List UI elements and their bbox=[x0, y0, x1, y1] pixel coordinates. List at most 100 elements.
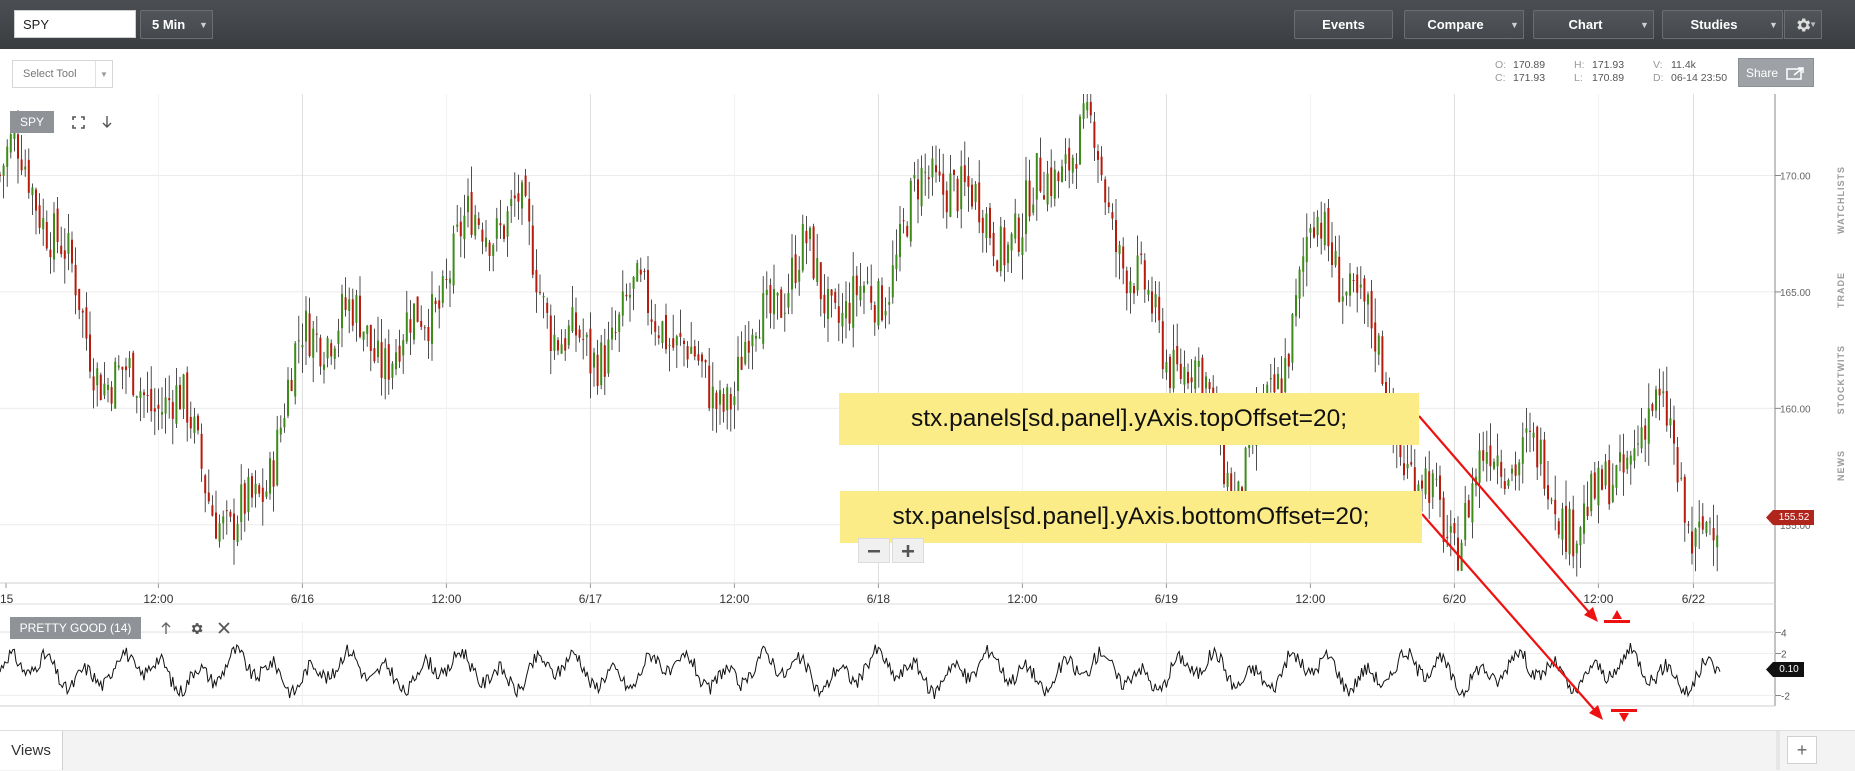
sidebar-tab-stocktwits[interactable]: STOCKTWITS bbox=[1826, 330, 1855, 430]
candle-body bbox=[513, 195, 516, 199]
candle-body bbox=[733, 396, 736, 405]
candle-body bbox=[1464, 502, 1467, 540]
sidebar-tab-label: TRADE bbox=[1835, 272, 1846, 308]
select-tool-dropdown[interactable]: Select Tool ▼ bbox=[12, 60, 113, 88]
candle-body bbox=[1403, 463, 1405, 476]
study-line bbox=[0, 643, 1721, 699]
candle-body bbox=[1619, 452, 1621, 463]
candle-body bbox=[441, 276, 444, 304]
candle-body bbox=[1597, 467, 1600, 506]
candle-body bbox=[737, 356, 739, 391]
interval-dropdown-icon[interactable]: ▼ bbox=[195, 10, 213, 39]
interval-button[interactable]: 5 Min bbox=[140, 10, 197, 39]
candle-body bbox=[1604, 461, 1607, 486]
select-tool-label: Select Tool bbox=[23, 68, 77, 80]
candle-body bbox=[1377, 335, 1380, 355]
candle-body bbox=[110, 386, 113, 404]
candle-body bbox=[967, 176, 970, 187]
candle-body bbox=[405, 312, 408, 342]
candle-body bbox=[1143, 260, 1146, 290]
candle-body bbox=[1046, 173, 1049, 205]
candle-body bbox=[524, 175, 527, 196]
zoom-in-button[interactable] bbox=[892, 538, 924, 563]
candle-body bbox=[247, 476, 250, 513]
move-up-icon[interactable] bbox=[157, 618, 175, 638]
candle-body bbox=[1273, 374, 1276, 393]
views-label: Views bbox=[11, 742, 51, 759]
candle-body bbox=[1194, 360, 1197, 389]
candle-body bbox=[582, 338, 585, 340]
candle-body bbox=[837, 306, 840, 323]
candle-body bbox=[1349, 273, 1351, 296]
candle-body bbox=[1575, 543, 1578, 554]
close-study-icon[interactable] bbox=[215, 618, 233, 638]
arrow-down-icon[interactable] bbox=[98, 112, 116, 132]
candle-body bbox=[521, 182, 523, 209]
candle-body bbox=[1691, 531, 1693, 554]
candle-body bbox=[150, 388, 153, 412]
candle-body bbox=[549, 315, 552, 352]
study-settings-icon[interactable] bbox=[187, 618, 205, 638]
sidebar-tab-watchlists[interactable]: WATCHLISTS bbox=[1826, 150, 1855, 250]
candle-body bbox=[1097, 151, 1099, 160]
candle-body bbox=[600, 342, 603, 386]
candle-body bbox=[121, 366, 124, 370]
candle-body bbox=[377, 340, 379, 358]
candle-body bbox=[488, 242, 491, 257]
views-tab[interactable]: Views bbox=[0, 731, 63, 770]
candle-body bbox=[618, 314, 621, 333]
fullscreen-icon[interactable] bbox=[69, 112, 87, 132]
candle-body bbox=[668, 344, 671, 347]
add-view-button[interactable]: + bbox=[1787, 736, 1817, 764]
candle-body bbox=[1406, 463, 1409, 469]
candle-body bbox=[1125, 270, 1128, 294]
top-offset-bar bbox=[1604, 620, 1630, 623]
candle-body bbox=[71, 239, 73, 264]
candle-body bbox=[1658, 388, 1661, 396]
share-button[interactable]: Share bbox=[1738, 58, 1814, 87]
candle-body bbox=[1133, 286, 1135, 294]
candle-body bbox=[924, 171, 927, 173]
candle-body bbox=[200, 433, 203, 469]
candle-body bbox=[697, 354, 700, 361]
candle-body bbox=[1338, 256, 1341, 302]
candle-body bbox=[344, 297, 347, 311]
symbol-input[interactable] bbox=[14, 10, 136, 38]
candle-body bbox=[427, 326, 430, 342]
candle-body bbox=[301, 345, 304, 348]
candle-body bbox=[1269, 378, 1272, 380]
candle-body bbox=[1687, 524, 1690, 526]
candle-body bbox=[161, 412, 163, 415]
candle-body bbox=[1647, 408, 1650, 444]
candle-body bbox=[823, 294, 826, 314]
settings-button[interactable]: ▼ bbox=[1784, 10, 1822, 39]
candle-body bbox=[290, 379, 293, 392]
candle-body bbox=[1644, 425, 1647, 440]
candle-body bbox=[456, 224, 459, 227]
sidebar-tab-trade[interactable]: TRADE bbox=[1826, 250, 1855, 330]
candle-body bbox=[1050, 167, 1053, 196]
chart-button[interactable]: Chart bbox=[1533, 10, 1638, 39]
candle-body bbox=[1705, 522, 1708, 534]
candle-body bbox=[647, 269, 649, 313]
zoom-out-button[interactable] bbox=[858, 538, 890, 563]
candle-body bbox=[1446, 536, 1449, 539]
events-button[interactable]: Events bbox=[1294, 10, 1393, 39]
candle-body bbox=[1701, 516, 1704, 530]
candle-body bbox=[1651, 404, 1654, 411]
chart-dropdown-icon[interactable]: ▼ bbox=[1636, 10, 1654, 39]
candle-body bbox=[85, 307, 88, 339]
compare-dropdown-icon[interactable]: ▼ bbox=[1506, 10, 1524, 39]
candle-body bbox=[189, 416, 192, 429]
studies-dropdown-icon[interactable]: ▼ bbox=[1765, 10, 1783, 39]
candle-body bbox=[287, 379, 289, 416]
studies-button[interactable]: Studies bbox=[1662, 10, 1766, 39]
candle-body bbox=[387, 344, 390, 380]
candle-body bbox=[740, 356, 743, 370]
candle-body bbox=[1313, 227, 1315, 238]
candle-body bbox=[578, 329, 581, 338]
compare-button[interactable]: Compare bbox=[1404, 10, 1507, 39]
sidebar-tab-news[interactable]: NEWS bbox=[1826, 430, 1855, 500]
candle-body bbox=[1061, 166, 1063, 183]
candle-body bbox=[146, 395, 149, 397]
